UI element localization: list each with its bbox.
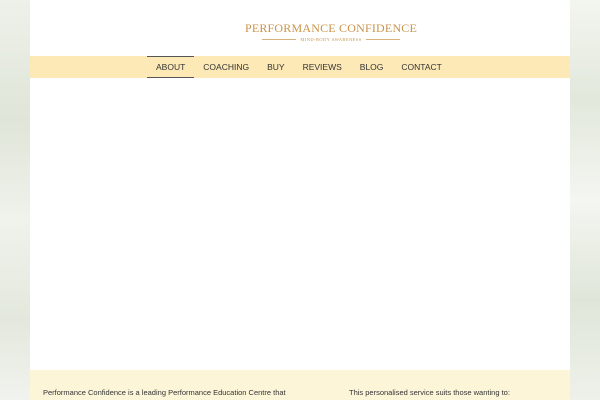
nav-item-about[interactable]: ABOUT [147, 56, 195, 78]
nav-item-blog[interactable]: BLOG [351, 56, 393, 78]
nav-item-coaching[interactable]: COACHING [194, 56, 258, 78]
logo-title: PERFORMANCE CONFIDENCE [244, 21, 418, 35]
page-container: PERFORMANCE CONFIDENCE MIND-BODY AWARENE… [30, 0, 570, 400]
site-logo[interactable]: PERFORMANCE CONFIDENCE MIND-BODY AWARENE… [30, 20, 570, 42]
main-navigation: ABOUT COACHING BUY REVIEWS BLOG CONTACT [30, 56, 570, 78]
hero-area [30, 78, 570, 370]
nav-item-buy[interactable]: BUY [258, 56, 293, 78]
background-right [570, 0, 600, 400]
logo-subtitle: MIND-BODY AWARENESS [300, 37, 362, 42]
logo-line-left [262, 39, 297, 40]
intro-text-left: Performance Confidence is a leading Perf… [43, 388, 286, 397]
nav-item-reviews[interactable]: REVIEWS [294, 56, 351, 78]
logo-line-right [365, 39, 400, 40]
nav-items: ABOUT COACHING BUY REVIEWS BLOG CONTACT [147, 56, 451, 78]
nav-item-contact[interactable]: CONTACT [392, 56, 450, 78]
logo-tagline: MIND-BODY AWARENESS [61, 37, 600, 42]
intro-section: Performance Confidence is a leading Perf… [30, 370, 570, 400]
intro-text-right: This personalised service suits those wa… [349, 388, 510, 397]
background-left [0, 0, 30, 400]
